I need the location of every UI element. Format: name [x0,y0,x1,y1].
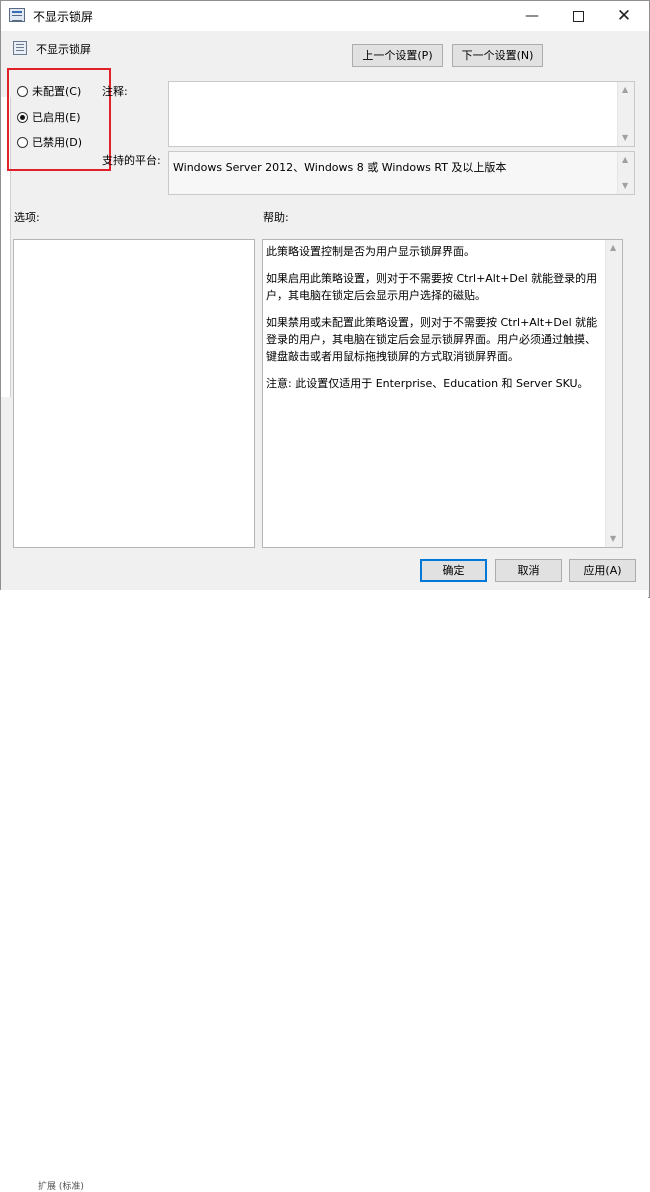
help-paragraph: 此策略设置控制是否为用户显示锁屏界面。 [266,245,475,258]
supported-on-field: Windows Server 2012、Windows 8 或 Windows … [168,151,635,195]
cancel-button[interactable]: 取消 [495,559,562,582]
policy-icon [13,41,27,55]
next-setting-button[interactable]: 下一个设置(N) [452,44,543,67]
title-bar[interactable]: 不显示锁屏 — ✕ [1,1,649,31]
scroll-up-icon[interactable]: ▲ [622,156,628,164]
previous-setting-button[interactable]: 上一个设置(P) [352,44,443,67]
minimize-icon: — [525,8,539,24]
help-paragraph: 如果禁用或未配置此策略设置，则对于不需要按 Ctrl+Alt+Del 就能登录的… [266,316,598,363]
background-window-strip: 扩展 (标准) [0,590,648,1192]
help-paragraph: 注意: 此设置仅适用于 Enterprise、Education 和 Serve… [266,377,589,390]
scroll-down-icon[interactable]: ▼ [622,182,628,190]
help-text: 此策略设置控制是否为用户显示锁屏界面。 如果启用此策略设置，则对于不需要按 Ct… [266,243,604,402]
scroll-up-icon[interactable]: ▲ [610,244,616,252]
options-label: 选项: [14,211,40,224]
help-label: 帮助: [263,211,289,224]
apply-button[interactable]: 应用(A) [569,559,636,582]
policy-name: 不显示锁屏 [36,43,91,56]
supported-on-label: 支持的平台: [102,154,161,167]
close-button[interactable]: ✕ [601,1,647,31]
comment-label: 注释: [102,85,128,98]
scroll-down-icon[interactable]: ▼ [610,535,616,543]
policy-dialog: 不显示锁屏 — ✕ 不显示锁屏 上一个设置(P) 下一个设置(N) 未配置(C)… [0,0,650,598]
background-tab-text: 扩展 (标准) [38,1182,84,1192]
highlight-annotation-box [7,68,111,171]
help-scrollbar[interactable]: ▲ ▼ [605,240,622,547]
policy-window-icon [9,8,25,22]
comment-scrollbar[interactable]: ▲ ▼ [617,82,634,146]
comment-textarea[interactable]: ▲ ▼ [168,81,635,147]
scroll-down-icon[interactable]: ▼ [622,134,628,142]
ok-button[interactable]: 确定 [420,559,487,582]
maximize-icon [572,10,584,22]
options-pane [13,239,255,548]
supported-on-value: Windows Server 2012、Windows 8 或 Windows … [173,161,507,174]
close-icon: ✕ [616,6,632,26]
window-title: 不显示锁屏 [33,10,94,24]
supported-on-scrollbar[interactable]: ▲ ▼ [617,152,634,194]
scroll-up-icon[interactable]: ▲ [622,86,628,94]
help-paragraph: 如果启用此策略设置，则对于不需要按 Ctrl+Alt+Del 就能登录的用户，其… [266,272,598,302]
minimize-button[interactable]: — [509,1,555,31]
help-pane[interactable]: 此策略设置控制是否为用户显示锁屏界面。 如果启用此策略设置，则对于不需要按 Ct… [262,239,623,548]
maximize-button[interactable] [555,1,601,31]
